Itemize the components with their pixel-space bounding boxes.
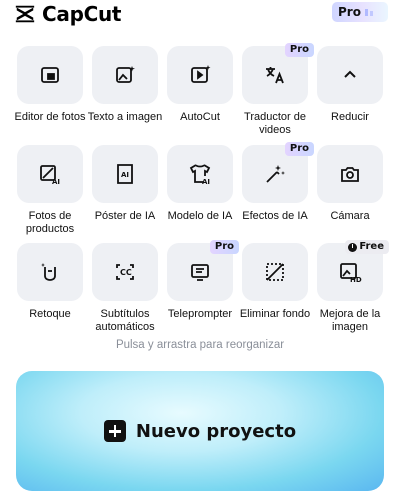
pro-subscription-button[interactable]: Pro [332, 2, 388, 22]
tool-label: AutoCut [180, 111, 220, 123]
tool-tile[interactable] [317, 145, 383, 203]
free-badge: Free [345, 240, 389, 254]
pro-badge: Pro [284, 43, 314, 57]
tool-tile[interactable]: AI [17, 145, 83, 203]
pro-chip-label: Pro [338, 5, 361, 19]
tool-label: Fotos de productos [25, 210, 75, 235]
svg-text:AI: AI [202, 178, 210, 186]
teleprompter-icon [191, 264, 209, 281]
tool-label: Mejora de la imagen [319, 308, 381, 333]
retouch-icon [41, 263, 56, 281]
capcut-logo-icon [15, 5, 35, 23]
svg-text:AI: AI [121, 171, 129, 179]
free-badge-label: Free [359, 241, 384, 252]
tool-label: Subtítulos automáticos [95, 308, 155, 333]
tool-tile[interactable] [17, 243, 83, 301]
tool-tile[interactable] [167, 46, 233, 104]
tool-label: Editor de fotos [14, 111, 86, 123]
clock-icon [348, 242, 358, 252]
reorder-hint: Pulsa y arrastra para reorganizar [115, 339, 285, 351]
tool-label: Eliminar fondo [239, 308, 311, 320]
tool-tile[interactable]: AI [167, 145, 233, 203]
ai-poster-icon: AI [117, 164, 133, 184]
tool-tile[interactable] [17, 46, 83, 104]
tool-label: Traductor de videos [244, 111, 306, 136]
tool-label: Póster de IA [94, 210, 156, 222]
translate-icon [266, 67, 284, 84]
tool-tile[interactable] [242, 243, 308, 301]
svg-text:CC: CC [120, 268, 132, 277]
tool-tile[interactable]: CC [92, 243, 158, 301]
text-to-image-icon [116, 66, 135, 83]
autocut-icon [191, 65, 211, 83]
magic-wand-icon [266, 165, 285, 183]
svg-text:AI: AI [52, 178, 60, 186]
new-project-button[interactable]: Nuevo proyecto [16, 371, 384, 491]
pro-badge: Pro [209, 240, 239, 254]
tool-label: Retoque [29, 308, 71, 320]
tool-label: Texto a imagen [87, 111, 163, 123]
new-project-label: Nuevo proyecto [135, 420, 297, 442]
app-logo: CapCut [14, 2, 121, 26]
image-enhance-hd-icon: HD [340, 263, 362, 284]
tool-label: Teleprompter [167, 308, 233, 320]
tool-label: Cámara [330, 210, 370, 222]
pro-badge: Pro [284, 142, 314, 156]
app-header: CapCut Pro [0, 0, 400, 28]
captions-icon: CC [116, 264, 134, 280]
camera-icon [341, 167, 359, 182]
tool-tile[interactable] [92, 46, 158, 104]
product-photo-ai-icon: AI [40, 165, 60, 186]
tool-tile[interactable] [317, 46, 383, 104]
tool-tile[interactable]: Pro [167, 240, 239, 301]
remove-background-icon [266, 263, 284, 281]
tool-tile[interactable]: HD Free [317, 240, 389, 301]
ai-model-shirt-icon: AI [189, 164, 211, 186]
photo-editor-icon [41, 67, 59, 83]
plus-icon [103, 420, 126, 442]
tool-tile[interactable]: Pro [242, 142, 314, 203]
tool-tile[interactable]: AI [92, 145, 158, 203]
tool-tile[interactable]: Pro [242, 43, 314, 104]
tool-label: Efectos de IA [242, 210, 308, 222]
chevron-up-icon [344, 70, 356, 78]
tool-label: Reducir [331, 111, 369, 123]
app-name: CapCut [42, 2, 122, 26]
svg-text:HD: HD [350, 276, 362, 284]
pro-sparkle-icon [364, 9, 373, 16]
tool-label: Modelo de IA [167, 210, 233, 222]
